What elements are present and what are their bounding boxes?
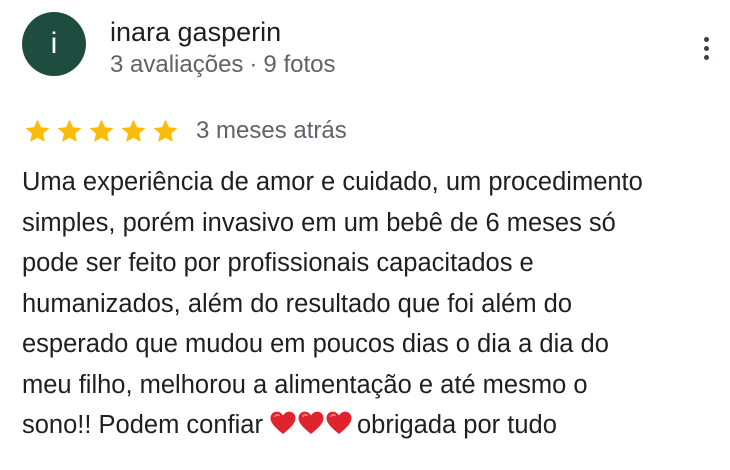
heart-icon	[270, 411, 296, 434]
more-vert-icon-dot	[703, 45, 709, 51]
review-date: 3 meses atrás	[196, 117, 347, 144]
review-text-fragment: sono!! Podem confiar	[22, 411, 263, 439]
star-icon	[89, 119, 114, 142]
review-text-line: Uma experiência de amor e cuidado, um pr…	[22, 168, 643, 196]
more-options-button[interactable]	[686, 26, 726, 70]
review-text: Uma experiência de amor e cuidado, um pr…	[22, 162, 727, 446]
heart-icon	[326, 411, 352, 434]
review-text-line: meu filho, melhorou a alimentação e até …	[22, 370, 588, 399]
star-icon	[25, 119, 50, 142]
reviews-count: 3 avaliações	[110, 51, 244, 78]
author-meta: 3 avaliações · 9 fotos	[110, 50, 335, 80]
review-text-fragment: obrigada por tudo	[356, 411, 557, 439]
more-vert-icon-dot	[703, 54, 709, 60]
rating-row: 3 meses atrás	[23, 114, 347, 148]
meta-separator: ·	[249, 51, 258, 78]
star-rating	[23, 117, 180, 146]
review-text-line: pode ser feito por profissionais capacit…	[22, 249, 534, 277]
photos-count: 9 fotos	[263, 51, 336, 78]
hearts-emoji	[269, 410, 353, 436]
review-text-line: esperado que mudou em poucos dias o dia …	[22, 330, 609, 358]
author-name[interactable]: inara gasperin	[110, 16, 335, 48]
review-header: i inara gasperin 3 avaliações · 9 fotos	[22, 12, 730, 82]
star-icon	[153, 119, 178, 142]
star-icon	[57, 119, 82, 142]
author-info: inara gasperin 3 avaliações · 9 fotos	[110, 16, 335, 80]
review-card: i inara gasperin 3 avaliações · 9 fotos 3 …	[0, 0, 730, 470]
more-vert-icon	[703, 36, 709, 42]
heart-icon	[298, 411, 324, 434]
review-text-line: humanizados, além do resultado que foi a…	[22, 289, 573, 318]
review-text-line: simples, porém invasivo em um bebê de 6 …	[22, 208, 616, 237]
review-text-line: sono!! Podem confiar obrigada por tudo	[22, 405, 727, 446]
star-icon	[121, 119, 146, 142]
avatar[interactable]: i	[22, 12, 86, 76]
